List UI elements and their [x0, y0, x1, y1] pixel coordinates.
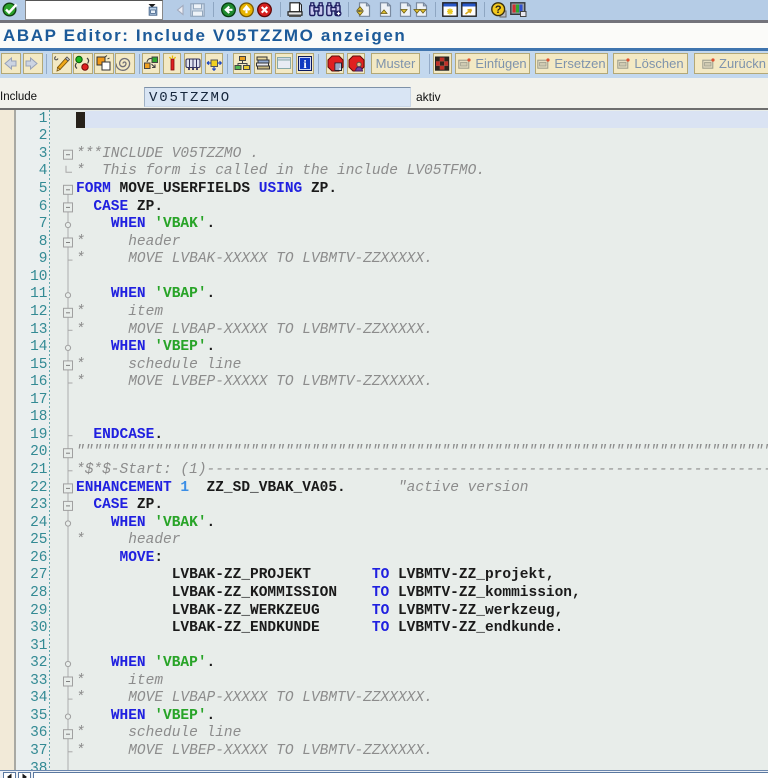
svg-text:?: ? — [495, 4, 502, 16]
